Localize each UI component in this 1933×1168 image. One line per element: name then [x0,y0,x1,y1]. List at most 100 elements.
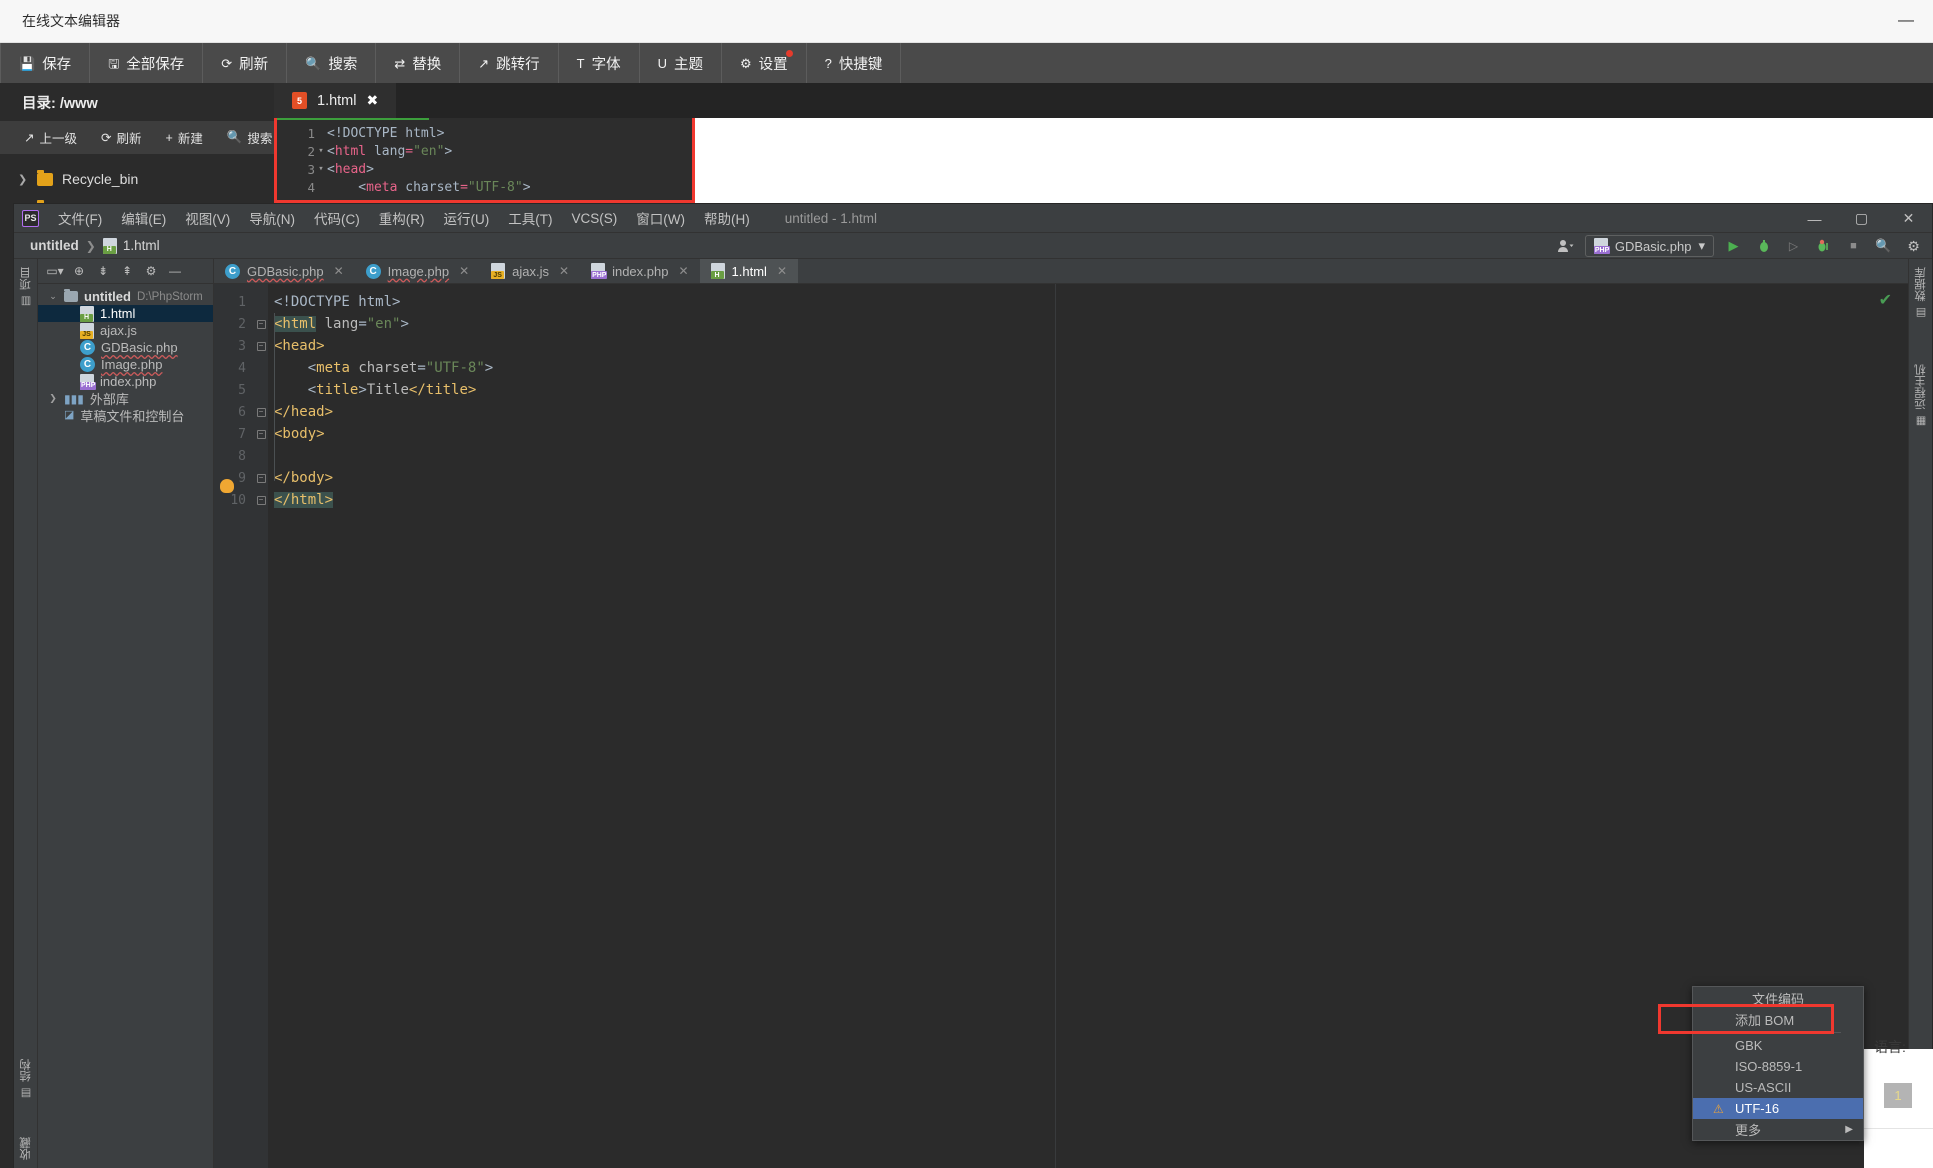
project-tree-row[interactable]: H 1.html [38,305,213,322]
web-toolbar-save-all[interactable]: 🖫 全部保存 [90,43,204,83]
sidebar-tool-refresh[interactable]: ⟳ 刷新 [91,128,152,147]
web-toolbar-save[interactable]: 💾 保存 [0,43,91,83]
run-with-coverage-button[interactable]: ▷ [1783,236,1804,257]
web-toolbar-theme[interactable]: U 主题 [640,43,723,83]
menu-item-5[interactable]: 代码(C) [305,205,369,231]
sidebar-tool-search[interactable]: 🔍 搜索 [217,128,283,147]
web-tab-1html[interactable]: 5 1.html ✖ [274,83,397,118]
fold-marker-icon[interactable]: ▾ [315,146,327,156]
web-toolbar-font[interactable]: T 字体 [559,43,640,83]
editor-tab-GDBasic-php[interactable]: C GDBasic.php ✕ [214,259,355,283]
tool-window-database[interactable]: ▤ 数据库 [1913,267,1929,320]
context-menu-item-添加-bom[interactable]: 添加 BOM [1693,1009,1863,1030]
web-toolbar-help-shortcut[interactable]: ? 快捷键 [807,43,902,83]
menu-item-11[interactable]: 帮助(H) [695,205,759,231]
scroll-from-source-icon[interactable]: ⊕ [68,260,90,282]
user-profile-icon[interactable] [1555,236,1576,257]
close-icon[interactable]: ✕ [334,264,344,278]
project-tree-row[interactable]: ⌄ untitled D:\PhpStorm [38,288,213,305]
web-line-number: 4 [307,179,315,195]
scratches-icon: ◪ [64,409,75,421]
fold-toggle-icon[interactable]: − [254,467,268,489]
maximize-button[interactable]: ▢ [1838,204,1885,233]
project-tree-row[interactable]: C Image.php [38,356,213,373]
language-page-button[interactable]: 1 [1884,1083,1912,1108]
settings-gear-icon[interactable]: ⚙ [1903,236,1924,257]
panel-settings-icon[interactable]: ⚙ [140,260,162,282]
fold-marker-icon[interactable]: ▾ [315,164,327,174]
sidebar-tool-up-level[interactable]: ↗ 上一级 [14,128,87,147]
tree-caret-icon[interactable]: ⌄ [48,291,58,302]
fold-toggle-icon[interactable]: − [254,423,268,445]
fold-toggle-icon[interactable]: − [254,313,268,335]
web-toolbar-goto-line[interactable]: ↗ 跳转行 [460,43,559,83]
project-tree-row[interactable]: PHP index.php [38,373,213,390]
context-menu-item-gbk[interactable]: GBK [1693,1035,1863,1056]
close-button[interactable]: ✕ [1885,204,1932,233]
editor-tab-1-html[interactable]: H 1.html ✕ [699,259,798,283]
run-button[interactable]: ▶ [1723,236,1744,257]
close-icon[interactable]: ✕ [777,264,787,278]
editor-tab-Image-php[interactable]: C Image.php ✕ [355,259,481,283]
minimize-button[interactable]: — [1791,204,1838,233]
sidebar-tool-new[interactable]: + 新建 [156,128,213,147]
context-menu-item-us-ascii[interactable]: US-ASCII [1693,1077,1863,1098]
web-editor-titlebar: 在线文本编辑器 — [0,0,1933,43]
code-editor[interactable]: 1 2 3 4 5 6 7 8 9 10 − − − − − − <!DOCTYPE html> <html … [214,284,1908,1168]
menu-item-10[interactable]: 窗口(W) [627,205,694,231]
tree-caret-icon[interactable]: ❯ [48,393,58,404]
sidebar-folder-item[interactable]: ❯ Recycle_bin [0,164,274,194]
project-tree-row[interactable]: JS ajax.js [38,322,213,339]
tool-window-structure[interactable]: ▤ 结构 [18,1059,34,1100]
menu-item-1[interactable]: 文件(F) [49,205,111,231]
project-tree-row[interactable]: C GDBasic.php [38,339,213,356]
inspection-status-icon[interactable]: ✔ [1879,290,1892,310]
web-toolbar-refresh[interactable]: ⟳ 刷新 [203,43,288,83]
menu-item-2[interactable]: 编辑(E) [112,205,175,231]
run-configuration-selector[interactable]: PHP GDBasic.php ▾ [1584,235,1714,257]
hide-panel-icon[interactable]: — [164,260,186,282]
menu-item-8[interactable]: 工具(T) [499,205,561,231]
select-opened-file-icon[interactable]: ▭▾ [44,260,66,282]
close-icon[interactable]: ✕ [559,264,569,278]
menu-item-6[interactable]: 重构(R) [370,205,434,231]
tool-window-favorites[interactable]: 收藏 [18,1137,34,1160]
fold-toggle-icon[interactable]: − [254,401,268,423]
chevron-right-icon[interactable]: ❯ [18,173,28,186]
breadcrumb-file[interactable]: H 1.html [102,237,160,254]
context-menu-item-iso-8859-1[interactable]: ISO-8859-1 [1693,1056,1863,1077]
fold-toggle-icon[interactable]: − [254,335,268,357]
editor-tab-index-php[interactable]: PHP index.php ✕ [580,259,699,283]
collapse-all-icon[interactable]: ⇞ [116,260,138,282]
close-icon[interactable]: ✖ [367,92,379,109]
stop-button[interactable]: ■ [1843,236,1864,257]
close-icon[interactable]: ✕ [459,264,469,278]
intention-bulb-icon[interactable] [220,479,234,493]
breadcrumb-project[interactable]: untitled [30,238,79,253]
project-tree-row[interactable]: ◪ 草稿文件和控制台 [38,407,213,424]
web-toolbar-search[interactable]: 🔍 搜索 [287,43,377,83]
context-menu-item-utf-16[interactable]: ⚠ UTF-16 [1693,1098,1863,1119]
menu-item-7[interactable]: 运行(U) [435,205,499,231]
search-everywhere-icon[interactable]: 🔍 [1873,236,1894,257]
code-content[interactable]: <!DOCTYPE html> <html lang = "en" > <head> < m… [268,284,1908,1168]
expand-all-icon[interactable]: ⇟ [92,260,114,282]
context-menu-item-更多[interactable]: 更多 ▶ [1693,1119,1863,1140]
fold-toggle-icon[interactable]: − [254,489,268,511]
web-minimize-button[interactable]: — [1893,8,1919,34]
web-code-editor[interactable]: 1 <!DOCTYPE html> 2 ▾ <html lang="en"> 3 ▾ <hea… [274,118,695,203]
folder-icon [64,289,78,302]
debug-button[interactable] [1753,236,1774,257]
web-toolbar-replace[interactable]: ⇄ 替换 [376,43,461,83]
menu-item-3[interactable]: 视图(V) [176,205,239,231]
menu-item-4[interactable]: 导航(N) [240,205,304,231]
editor-tab-label: Image.php [387,263,450,279]
menu-item-9[interactable]: VCS(S) [563,208,627,229]
web-toolbar-settings-gear[interactable]: ⚙ 设置 [722,43,807,83]
project-tree-row[interactable]: ❯ ▮▮▮ 外部库 [38,390,213,407]
tool-window-remote-host[interactable]: ▦ 远程主机 [1913,364,1929,428]
profile-button[interactable] [1813,236,1834,257]
close-icon[interactable]: ✕ [678,264,688,278]
tool-window-project[interactable]: ▥ 项目 [18,267,34,308]
editor-tab-ajax-js[interactable]: JS ajax.js ✕ [480,259,580,283]
